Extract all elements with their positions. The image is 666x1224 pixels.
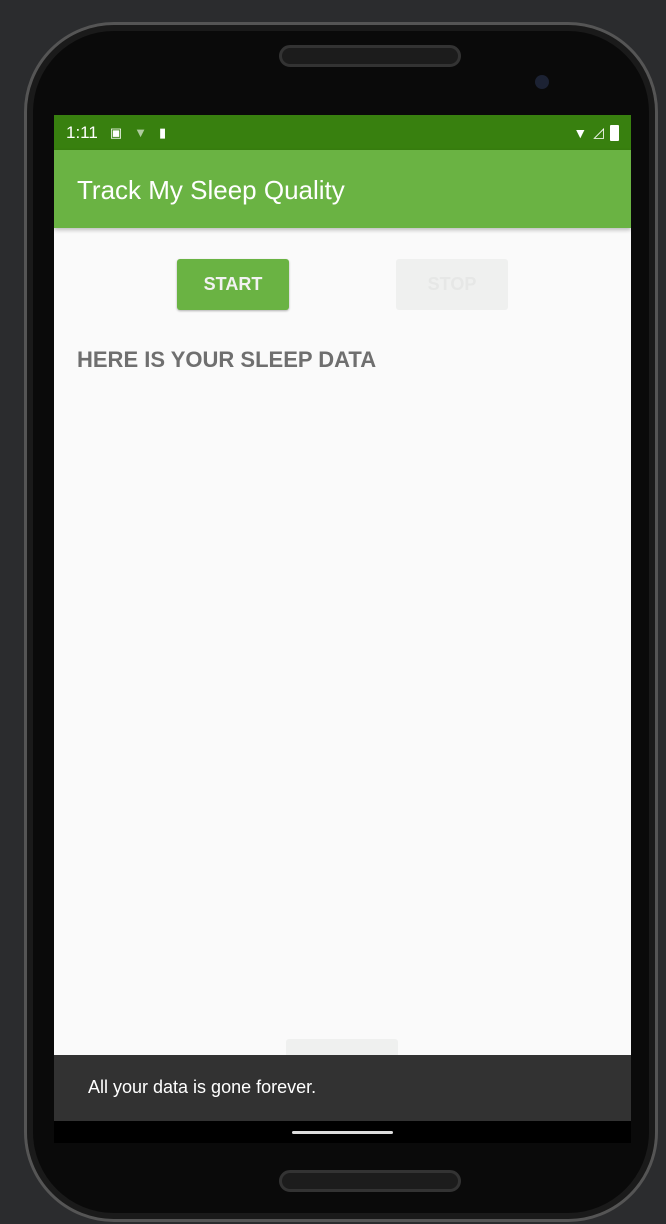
- bottom-speaker: [279, 1170, 461, 1192]
- start-button[interactable]: START: [177, 259, 289, 310]
- wifi-icon: ▼: [573, 124, 588, 141]
- front-camera: [535, 75, 549, 89]
- battery-icon: [610, 124, 619, 141]
- stop-button: STOP: [396, 259, 508, 310]
- signal-icon: ◿: [593, 124, 604, 140]
- device-screen: 1:11 ▣ ▼ ▮ ▼ ◿ Track My Sleep Quality ST…: [54, 115, 631, 1143]
- snackbar-message: All your data is gone forever.: [88, 1077, 317, 1097]
- status-bar: 1:11 ▣ ▼ ▮ ▼ ◿: [54, 115, 631, 150]
- sleep-data-heading: HERE IS YOUR SLEEP DATA: [77, 347, 377, 372]
- navigation-bar: [54, 1121, 631, 1143]
- app-title: Track My Sleep Quality: [77, 175, 345, 205]
- home-gesture-handle[interactable]: [292, 1131, 393, 1134]
- wifi-unknown-icon: ▼: [134, 125, 147, 140]
- snackbar: All your data is gone forever.: [54, 1055, 631, 1121]
- notification-a-icon: ▣: [109, 124, 123, 140]
- status-time: 1:11: [66, 122, 98, 142]
- sd-card-icon: ▮: [159, 124, 167, 140]
- app-bar: Track My Sleep Quality: [54, 150, 631, 228]
- top-speaker: [279, 45, 461, 67]
